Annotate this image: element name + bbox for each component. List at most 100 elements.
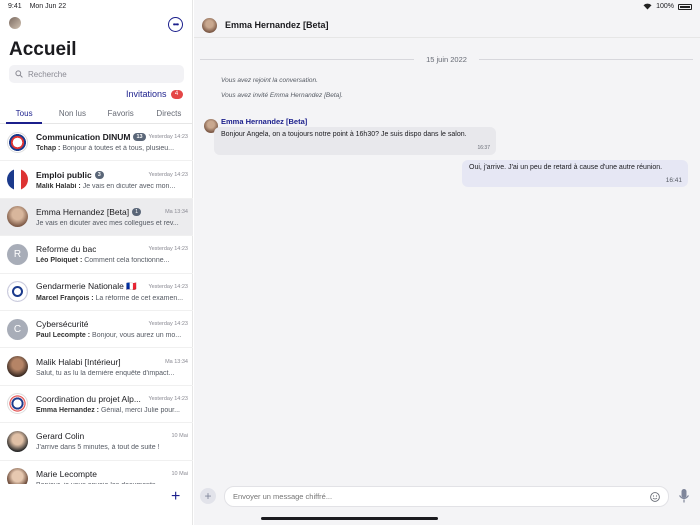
room-preview: Malik Halabi : Je vais en dicuter avec m…	[36, 183, 188, 190]
preview-sender: Emma Hernandez :	[36, 406, 100, 414]
more-options-button[interactable]: •••	[168, 17, 183, 32]
room-name-group: Gendarmerie Nationale 🇫🇷	[36, 281, 137, 292]
preview-sender: Paul Lecompte :	[36, 332, 91, 340]
room-preview: Salut, tu as lu la dernière enquête d'im…	[36, 370, 188, 377]
message-input[interactable]	[233, 492, 633, 501]
home-indicator	[261, 517, 438, 520]
chat-avatar	[202, 17, 217, 33]
room-row[interactable]: Emploi public 3 Yesterday 14:23 Malik Halab…	[0, 161, 193, 199]
room-info: Cybersécurité Yesterday 14:23 Paul Lecompt…	[36, 319, 193, 339]
room-name: Malik Halabi [Intérieur]	[36, 356, 121, 367]
tab-favoris[interactable]: Favoris	[97, 107, 145, 123]
room-avatar	[7, 169, 28, 191]
room-time: Yesterday 14:23	[148, 395, 188, 402]
message-text: Bonjour Angela, on a toujours notre poin…	[221, 131, 467, 138]
preview-text: Bonjour à toutes et à tous, plusieu...	[62, 145, 175, 153]
new-conversation-button[interactable]: +	[171, 489, 180, 505]
room-avatar: R	[7, 243, 28, 265]
chat-title: Emma Hernandez [Beta]	[225, 20, 329, 30]
unread-badge: 1	[132, 207, 142, 216]
date-separator: 15 juin 2022	[200, 55, 693, 64]
room-name: Emploi public	[36, 169, 92, 180]
room-header: Emploi public 3 Yesterday 14:23	[36, 170, 188, 180]
page-title: Accueil	[9, 39, 77, 60]
room-time: 10 Mai	[171, 470, 188, 477]
room-info: Emma Hernandez [Beta] 1 Ma 13:34 Je vais en…	[36, 207, 193, 227]
preview-text: J'arrive dans 5 minutes, à tout de suite…	[36, 444, 160, 452]
room-info: Coordination du projet Alp... Yesterday 1…	[36, 394, 193, 414]
tab-directs[interactable]: Directs	[145, 107, 193, 123]
search-input[interactable]: Recherche	[9, 65, 184, 83]
sidebar: ••• Accueil Recherche Invitations 4 Tous…	[0, 0, 193, 525]
room-name-group: Marie Lecompte	[36, 469, 97, 479]
unread-badge: 3	[94, 170, 104, 179]
message-input-field[interactable]	[224, 486, 669, 507]
room-info: Gerard Colin 10 Mai J'arrive dans 5 minute…	[36, 431, 193, 451]
wifi-icon	[643, 3, 652, 10]
room-preview: Léo Ploiquet : Comment cela fonctionne..…	[36, 257, 188, 264]
message-composer: +	[194, 484, 700, 510]
room-time: Yesterday 14:23	[148, 134, 188, 141]
room-name: Communication DINUM	[36, 132, 131, 143]
filter-tabs: Tous Non lus Favoris Directs	[0, 107, 193, 124]
room-header: Gendarmerie Nationale 🇫🇷 Yesterday 14:23	[36, 281, 188, 292]
room-header: Cybersécurité Yesterday 14:23	[36, 319, 188, 329]
room-avatar	[7, 393, 28, 415]
room-preview: Je vais en dicuter avec mes collegues et…	[36, 220, 188, 227]
preview-sender: Marcel François :	[36, 295, 94, 303]
room-row[interactable]: Marie Lecompte 10 Mai Bonjour, je vous env…	[0, 461, 193, 484]
attach-button[interactable]: +	[200, 488, 216, 504]
room-info: Marie Lecompte 10 Mai Bonjour, je vous env…	[36, 469, 193, 484]
room-row[interactable]: Gendarmerie Nationale 🇫🇷 Yesterday 14:23 M…	[0, 274, 193, 311]
emoji-icon[interactable]	[650, 492, 660, 502]
event-notice: Vous avez invité Emma Hernandez [Beta].	[221, 92, 343, 99]
preview-text: Je vais en dicuter avec mon...	[82, 182, 176, 190]
room-avatar	[7, 131, 28, 153]
room-row[interactable]: Communication DINUM 13 Yesterday 14:23 Tcha…	[0, 124, 193, 162]
divider	[478, 59, 693, 60]
room-avatar	[7, 356, 28, 378]
tab-non-lus[interactable]: Non lus	[48, 107, 96, 123]
room-time: Ma 13:34	[165, 358, 188, 365]
invitations-link[interactable]: Invitations 4	[126, 89, 183, 99]
room-header: Reforme du bac Yesterday 14:23	[36, 244, 188, 254]
room-preview: Bonjour, je vous envoie les documents...	[36, 482, 188, 484]
outgoing-message[interactable]: Oui, j'arrive. J'ai un peu de retard à c…	[462, 160, 688, 187]
status-time: 9:41	[8, 3, 22, 10]
room-name: Gendarmerie Nationale 🇫🇷	[36, 281, 137, 292]
tab-tous[interactable]: Tous	[0, 107, 48, 124]
room-header: Gerard Colin 10 Mai	[36, 431, 188, 441]
message-time: 16:41	[665, 177, 682, 184]
preview-text: Je vais en dicuter avec mes collegues et…	[36, 219, 179, 227]
microphone-icon[interactable]	[678, 488, 690, 504]
room-row[interactable]: Gerard Colin 10 Mai J'arrive dans 5 minute…	[0, 423, 193, 461]
preview-text: Bonjour, je vous envoie les documents...	[36, 482, 161, 484]
room-time: Yesterday 14:23	[148, 283, 188, 290]
incoming-message[interactable]: Bonjour Angela, on a toujours notre poin…	[214, 127, 496, 155]
room-name: Gerard Colin	[36, 431, 85, 442]
room-header: Malik Halabi [Intérieur] Ma 13:34	[36, 357, 188, 367]
room-name: Emma Hernandez [Beta]	[36, 206, 130, 217]
room-row[interactable]: Coordination du projet Alp... Yesterday 1…	[0, 386, 193, 424]
preview-text: La réforme de cet examen...	[95, 295, 184, 303]
message-sender[interactable]: Emma Hernandez [Beta]	[221, 117, 307, 126]
room-info: Emploi public 3 Yesterday 14:23 Malik Halab…	[36, 170, 193, 190]
room-row[interactable]: Malik Halabi [Intérieur] Ma 13:34 Salut, t…	[0, 348, 193, 386]
status-date: Mon Jun 22	[29, 3, 67, 10]
room-list: Communication DINUM 13 Yesterday 14:23 Tcha…	[0, 124, 193, 484]
room-name-group: Communication DINUM 13	[36, 132, 146, 142]
room-time: Yesterday 14:23	[148, 321, 188, 328]
room-header: Communication DINUM 13 Yesterday 14:23	[36, 132, 188, 142]
room-info: Communication DINUM 13 Yesterday 14:23 Tcha…	[36, 132, 193, 152]
user-avatar[interactable]	[9, 17, 21, 29]
room-row[interactable]: C Cybersécurité Yesterday 14:23 Paul Lecomp…	[0, 311, 193, 349]
search-icon	[15, 70, 23, 78]
room-name-group: Malik Halabi [Intérieur]	[36, 357, 121, 367]
room-info: Malik Halabi [Intérieur] Ma 13:34 Salut, t…	[36, 357, 193, 377]
room-time: Yesterday 14:23	[148, 246, 188, 253]
room-row[interactable]: R Reforme du bac Yesterday 14:23 Léo Ploiqu…	[0, 236, 193, 274]
room-row[interactable]: Emma Hernandez [Beta] 1 Ma 13:34 Je vais en…	[0, 198, 193, 237]
room-preview: Emma Hernandez : Génial, merci Julie pou…	[36, 407, 188, 414]
chat-header[interactable]: Emma Hernandez [Beta]	[194, 13, 700, 38]
preview-sender: Tchap :	[36, 145, 61, 153]
